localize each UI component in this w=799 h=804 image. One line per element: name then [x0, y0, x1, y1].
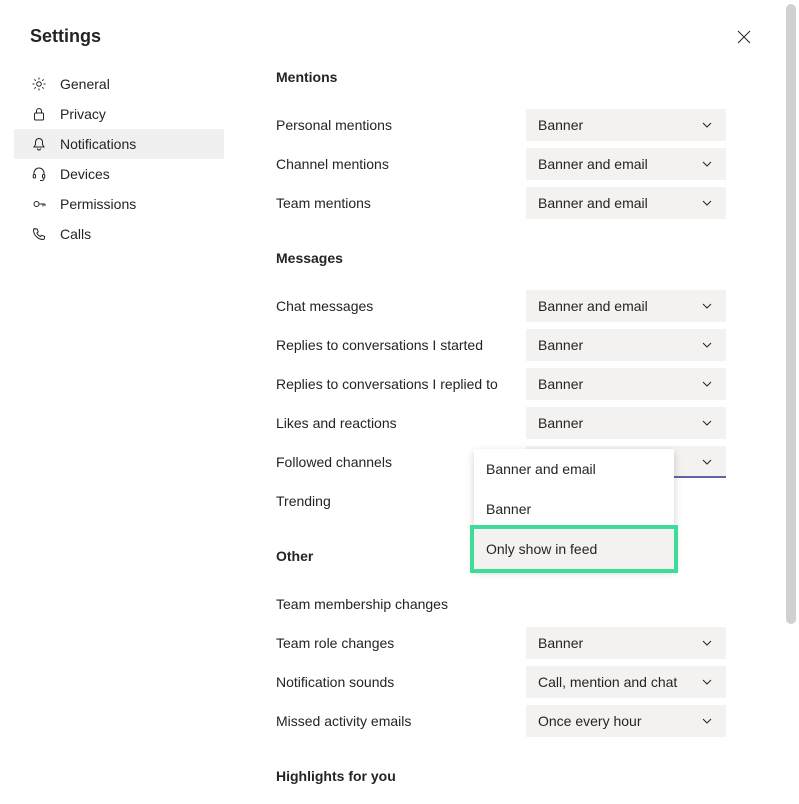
- setting-label: Likes and reactions: [276, 415, 526, 431]
- sidebar-item-label: General: [60, 76, 110, 92]
- setting-label: Team membership changes: [276, 596, 526, 612]
- chevron-down-icon: [700, 338, 714, 352]
- setting-label: Team mentions: [276, 195, 526, 211]
- dropdown-menu[interactable]: Banner and email Banner Only show in fee…: [474, 449, 674, 569]
- sidebar-item-general[interactable]: General: [14, 69, 224, 99]
- section-title-mentions: Mentions: [276, 69, 744, 85]
- dropdown-missed-activity-emails[interactable]: Once every hour: [526, 705, 726, 737]
- lock-icon: [30, 105, 48, 123]
- headset-icon: [30, 165, 48, 183]
- section-title-highlights: Highlights for you: [276, 768, 744, 784]
- chevron-down-icon: [700, 196, 714, 210]
- scrollbar[interactable]: [786, 4, 796, 624]
- dropdown-replies-started[interactable]: Banner: [526, 329, 726, 361]
- chevron-down-icon: [700, 714, 714, 728]
- setting-label: Replies to conversations I replied to: [276, 376, 526, 392]
- chevron-down-icon: [700, 377, 714, 391]
- sidebar-item-privacy[interactable]: Privacy: [14, 99, 224, 129]
- key-icon: [30, 195, 48, 213]
- sidebar-item-label: Privacy: [60, 106, 106, 122]
- sidebar-item-permissions[interactable]: Permissions: [14, 189, 224, 219]
- settings-sidebar: General Privacy Notifications Devices: [14, 69, 224, 804]
- setting-label: Notification sounds: [276, 674, 526, 690]
- dropdown-option-selected[interactable]: Only show in feed: [474, 529, 674, 569]
- dropdown-value: Banner and email: [538, 195, 648, 211]
- sidebar-item-calls[interactable]: Calls: [14, 219, 224, 249]
- chevron-down-icon: [700, 675, 714, 689]
- dropdown-value: Banner and email: [538, 156, 648, 172]
- dropdown-notification-sounds[interactable]: Call, mention and chat: [526, 666, 726, 698]
- dropdown-channel-mentions[interactable]: Banner and email: [526, 148, 726, 180]
- settings-panel: Mentions Personal mentions Banner Channe…: [224, 69, 744, 804]
- bell-icon: [30, 135, 48, 153]
- dropdown-value: Banner: [538, 376, 583, 392]
- sidebar-item-devices[interactable]: Devices: [14, 159, 224, 189]
- phone-icon: [30, 225, 48, 243]
- setting-label: Channel mentions: [276, 156, 526, 172]
- dropdown-likes-reactions[interactable]: Banner: [526, 407, 726, 439]
- dropdown-team-role-changes[interactable]: Banner: [526, 627, 726, 659]
- setting-label: Chat messages: [276, 298, 526, 314]
- chevron-down-icon: [700, 118, 714, 132]
- setting-label: Team role changes: [276, 635, 526, 651]
- chevron-down-icon: [700, 455, 714, 469]
- gear-icon: [30, 75, 48, 93]
- dropdown-option[interactable]: Banner and email: [474, 449, 674, 489]
- dropdown-option[interactable]: Banner: [474, 489, 674, 529]
- dropdown-value: Once every hour: [538, 713, 642, 729]
- chevron-down-icon: [700, 299, 714, 313]
- page-title: Settings: [30, 26, 101, 47]
- setting-label: Missed activity emails: [276, 713, 526, 729]
- dropdown-value: Banner: [538, 337, 583, 353]
- section-title-messages: Messages: [276, 250, 744, 266]
- setting-label: Personal mentions: [276, 117, 526, 133]
- sidebar-item-label: Notifications: [60, 136, 136, 152]
- chevron-down-icon: [700, 636, 714, 650]
- dropdown-value: Banner and email: [538, 298, 648, 314]
- close-button[interactable]: [734, 27, 754, 47]
- setting-label: Replies to conversations I started: [276, 337, 526, 353]
- dropdown-replies-replied[interactable]: Banner: [526, 368, 726, 400]
- chevron-down-icon: [700, 157, 714, 171]
- dropdown-team-mentions[interactable]: Banner and email: [526, 187, 726, 219]
- sidebar-item-label: Permissions: [60, 196, 136, 212]
- dropdown-value: Banner: [538, 635, 583, 651]
- sidebar-item-label: Calls: [60, 226, 91, 242]
- dropdown-value: Banner: [538, 415, 583, 431]
- sidebar-item-label: Devices: [60, 166, 110, 182]
- dropdown-personal-mentions[interactable]: Banner: [526, 109, 726, 141]
- dropdown-chat-messages[interactable]: Banner and email: [526, 290, 726, 322]
- chevron-down-icon: [700, 416, 714, 430]
- dropdown-value: Call, mention and chat: [538, 674, 677, 690]
- sidebar-item-notifications[interactable]: Notifications: [14, 129, 224, 159]
- dropdown-value: Banner: [538, 117, 583, 133]
- close-icon: [737, 30, 751, 44]
